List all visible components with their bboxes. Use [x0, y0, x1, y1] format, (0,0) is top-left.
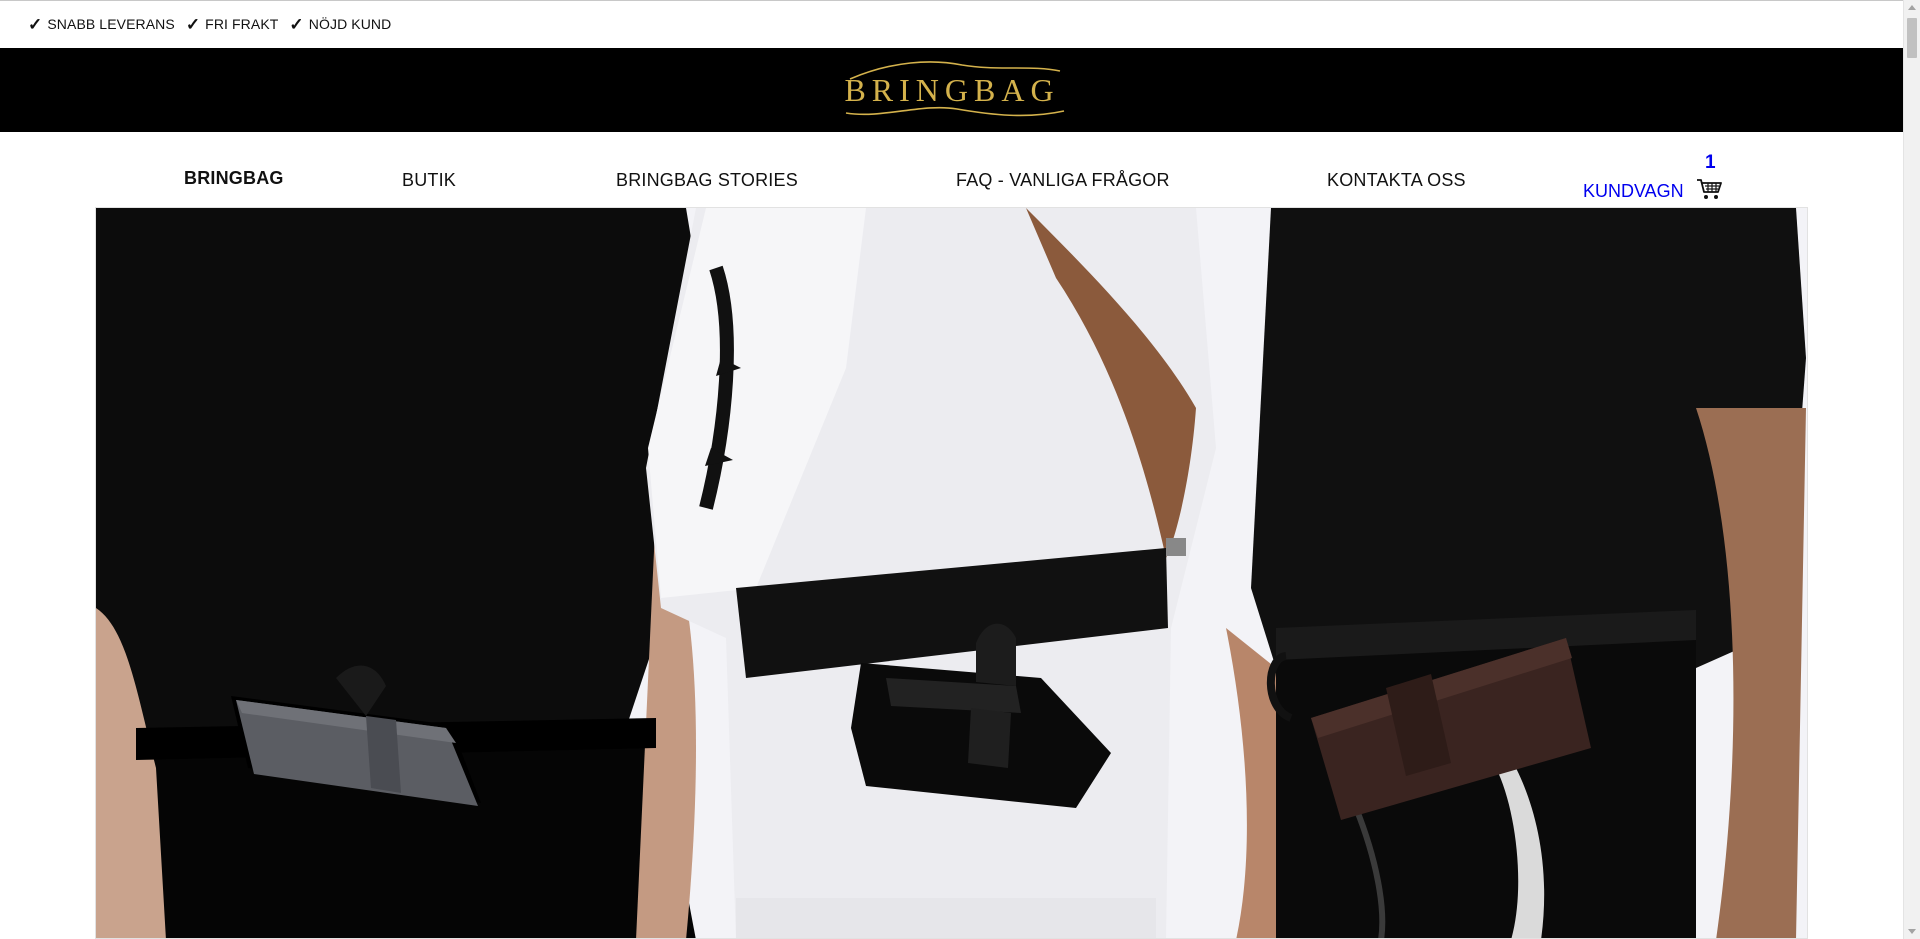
usp-label: FRI FRAKT — [205, 16, 279, 32]
shopping-cart-icon — [1697, 179, 1722, 199]
check-icon: ✓ — [289, 14, 304, 34]
cart-link[interactable]: 1 KUNDVAGN — [1583, 144, 1723, 201]
nav-item-contact[interactable]: KONTAKTA OSS — [1327, 170, 1466, 191]
check-icon: ✓ — [28, 14, 43, 34]
nav-item-stories[interactable]: BRINGBAG STORIES — [616, 170, 798, 191]
page-scrollbar[interactable] — [1903, 0, 1920, 939]
scroll-down-arrow-icon[interactable] — [1908, 929, 1916, 934]
usp-item-free-shipping: ✓ FRI FRAKT — [186, 16, 279, 33]
main-nav: BRINGBAG BUTIK BRINGBAG STORIES FAQ - VA… — [0, 132, 1903, 207]
brand-logo-link[interactable]: BRINGBAG — [832, 53, 1072, 127]
scroll-up-arrow-icon[interactable] — [1908, 5, 1916, 10]
usp-label: SNABB LEVERANS — [47, 16, 175, 32]
hero-banner[interactable] — [95, 207, 1808, 939]
model-left — [96, 208, 716, 938]
brand-header: BRINGBAG — [0, 48, 1903, 132]
nav-item-butik[interactable]: BUTIK — [402, 170, 456, 191]
hero-image — [96, 208, 1807, 938]
usp-item-fast-delivery: ✓ SNABB LEVERANS — [28, 16, 175, 33]
cart-label: KUNDVAGN — [1583, 181, 1684, 201]
brand-logo: BRINGBAG — [844, 61, 1064, 117]
nav-item-bringbag[interactable]: BRINGBAG — [184, 168, 284, 189]
scroll-thumb[interactable] — [1907, 18, 1917, 58]
nav-item-faq[interactable]: FAQ - VANLIGA FRÅGOR — [956, 170, 1170, 191]
check-icon: ✓ — [185, 14, 201, 34]
usp-item-happy-customer: ✓ NÖJD KUND — [289, 16, 391, 33]
usp-bar: ✓ SNABB LEVERANS ✓ FRI FRAKT ✓ NÖJD KUND — [0, 1, 1903, 47]
logo-text: BRINGBAG — [844, 72, 1059, 108]
usp-label: NÖJD KUND — [308, 16, 392, 32]
cart-count-badge: 1 — [1705, 152, 1716, 173]
